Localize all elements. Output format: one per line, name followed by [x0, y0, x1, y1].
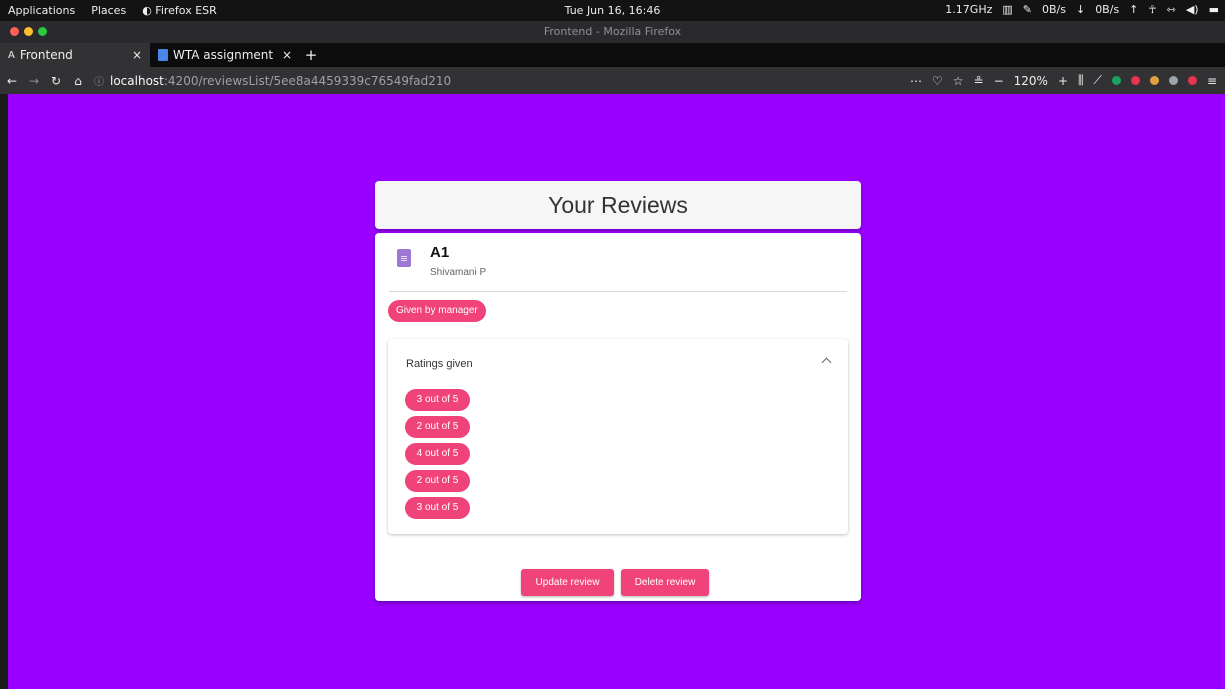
- tab-label: WTA assignment: [173, 48, 273, 62]
- library-icon[interactable]: ⫼: [1078, 73, 1084, 88]
- cpu-frequency: 1.17GHz: [945, 3, 993, 16]
- delete-review-button[interactable]: Delete review: [621, 569, 709, 596]
- active-app-label: Firefox ESR: [155, 4, 217, 17]
- divider: [389, 291, 847, 292]
- pen-icon[interactable]: ✎: [1023, 3, 1032, 16]
- close-tab-icon[interactable]: ×: [282, 48, 292, 62]
- tab-label: Frontend: [19, 48, 73, 62]
- battery-icon[interactable]: ▬: [1209, 3, 1219, 16]
- tab-strip: A Frontend × WTA assignment × +: [0, 43, 1225, 67]
- record-extension-icon[interactable]: [1187, 76, 1197, 85]
- google-docs-icon: [158, 49, 168, 61]
- upload-arrow-icon: ↑: [1129, 3, 1139, 16]
- rating-chip: 2 out of 5: [405, 416, 470, 438]
- places-menu[interactable]: Places: [83, 4, 134, 17]
- review-author: Shivamani P: [430, 267, 487, 278]
- page-viewport: Your Reviews A1 Shivamani P Given by man…: [8, 94, 1225, 689]
- ratings-panel-title: Ratings given: [406, 358, 473, 370]
- tab-frontend[interactable]: A Frontend ×: [0, 43, 150, 67]
- zoom-level[interactable]: 120%: [1014, 74, 1048, 88]
- navigation-bar: ← → ↻ ⌂ ⓘ localhost:4200/reviewsList/5ee…: [0, 67, 1225, 94]
- network-icon[interactable]: ⇿: [1167, 3, 1176, 16]
- cpu-graph-icon: ▥: [1002, 3, 1013, 16]
- url-host: localhost: [110, 73, 164, 88]
- zoom-out-button[interactable]: −: [994, 74, 1004, 88]
- toolbar-right: ⋯ ♡ ☆ ≗ − 120% + ⫼ ⟋ ≡: [910, 73, 1217, 88]
- ratings-list: 3 out of 5 2 out of 5 4 out of 5 2 out o…: [405, 389, 470, 519]
- hamburger-menu-icon[interactable]: ≡: [1207, 74, 1217, 88]
- eyedropper-icon[interactable]: ⟋: [1094, 73, 1102, 88]
- given-by-badge: Given by manager: [388, 300, 486, 322]
- system-top-bar: Applications Places ◐ Firefox ESR Tue Ju…: [0, 0, 1225, 21]
- home-icon[interactable]: ⌂: [68, 74, 88, 88]
- page-actions-icon[interactable]: ⋯: [910, 74, 922, 88]
- tab-wta-assignment[interactable]: WTA assignment ×: [150, 43, 300, 67]
- ratings-expansion-panel[interactable]: Ratings given 3 out of 5 2 out of 5 4 ou…: [388, 339, 848, 534]
- angular-icon: A: [8, 49, 15, 61]
- accessibility-icon[interactable]: ☥: [1148, 3, 1156, 16]
- document-icon: [397, 249, 411, 267]
- adblock-extension-icon[interactable]: [1130, 76, 1140, 85]
- clock[interactable]: Tue Jun 16, 16:46: [565, 4, 661, 17]
- page-header-card: Your Reviews: [375, 181, 861, 229]
- applications-menu[interactable]: Applications: [0, 4, 83, 17]
- new-tab-button[interactable]: +: [300, 43, 322, 67]
- active-app-menu[interactable]: ◐ Firefox ESR: [134, 4, 225, 17]
- reload-icon[interactable]: ↻: [46, 74, 66, 88]
- rating-chip: 3 out of 5: [405, 497, 470, 519]
- window-title: Frontend - Mozilla Firefox: [543, 25, 682, 38]
- bookmark-star-icon[interactable]: ☆: [953, 74, 964, 88]
- forward-icon[interactable]: →: [24, 74, 44, 88]
- net-up-speed: 0B/s: [1095, 3, 1120, 16]
- window-titlebar: Frontend - Mozilla Firefox: [0, 21, 1225, 43]
- volume-icon[interactable]: ◀): [1186, 3, 1199, 16]
- site-info-icon[interactable]: ⓘ: [94, 73, 104, 88]
- chevron-up-icon[interactable]: [821, 357, 832, 368]
- page-title: Your Reviews: [548, 192, 688, 218]
- review-title: A1: [430, 244, 450, 261]
- cube-extension-icon[interactable]: [1168, 76, 1178, 85]
- url-bar[interactable]: ⓘ localhost:4200/reviewsList/5ee8a445933…: [94, 73, 452, 89]
- rating-chip: 2 out of 5: [405, 470, 470, 492]
- rating-chip: 4 out of 5: [405, 443, 470, 465]
- update-review-button[interactable]: Update review: [521, 569, 614, 596]
- rating-chip: 3 out of 5: [405, 389, 470, 411]
- download-arrow-icon: ↓: [1075, 3, 1086, 16]
- review-card: A1 Shivamani P Given by manager Ratings …: [375, 233, 861, 601]
- reader-icon[interactable]: ≗: [974, 74, 984, 88]
- system-tray: 1.17GHz ▥ ✎ 0B/s ↓ 0B/s ↑ ☥ ⇿ ◀) ▬: [945, 3, 1219, 16]
- back-icon[interactable]: ←: [2, 74, 22, 88]
- firefox-icon: ◐: [142, 4, 152, 17]
- url-path: :4200/reviewsList/5ee8a4459339c76549fad2…: [163, 73, 452, 88]
- net-down-speed: 0B/s: [1041, 3, 1066, 16]
- zoom-in-button[interactable]: +: [1058, 74, 1068, 88]
- grammarly-extension-icon[interactable]: [1111, 76, 1121, 85]
- close-tab-icon[interactable]: ×: [132, 48, 142, 62]
- cookie-extension-icon[interactable]: [1149, 76, 1159, 85]
- pocket-icon[interactable]: ♡: [932, 74, 943, 88]
